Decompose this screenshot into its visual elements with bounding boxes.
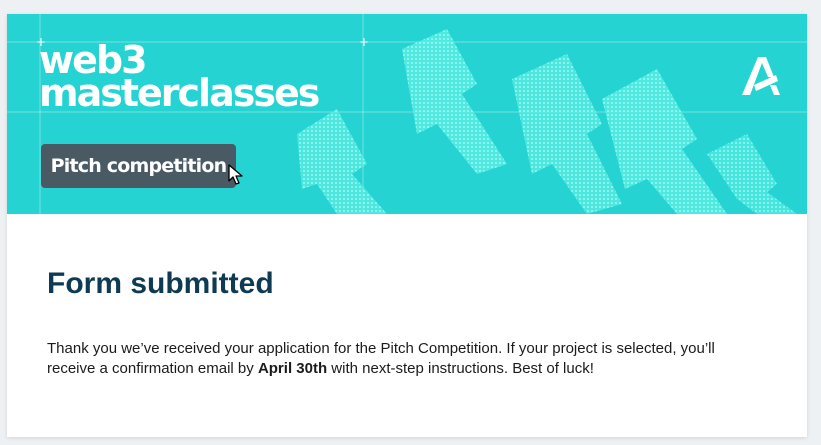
bolt-shape-4: [602, 69, 727, 214]
brand-wordmark: web3 masterclasses: [39, 41, 320, 112]
confirmation-card: + + web3 masterclasses Pitch competition…: [7, 14, 807, 437]
bolt-shape-2: [297, 109, 387, 214]
pitch-competition-button[interactable]: Pitch competition: [41, 144, 236, 188]
algorand-logo-icon: [742, 57, 780, 95]
bolt-shape-5: [707, 134, 797, 214]
message-text-part2: with next-step instructions. Best of luc…: [327, 360, 594, 377]
deadline-date: April 30th: [257, 360, 328, 377]
confirmation-message: Thank you we’ve received your applicatio…: [47, 339, 767, 379]
pointer-cursor-icon: [228, 164, 243, 185]
confirmation-content: Form submitted Thank you we’ve received …: [47, 266, 767, 379]
hero-banner: + + web3 masterclasses Pitch competition: [7, 14, 807, 214]
brand-line-2: masterclasses: [39, 71, 320, 115]
bolt-shape-1: [402, 29, 507, 174]
svg-text:+: +: [359, 35, 369, 49]
bolt-shape-3: [512, 54, 622, 214]
page-title: Form submitted: [47, 267, 274, 300]
